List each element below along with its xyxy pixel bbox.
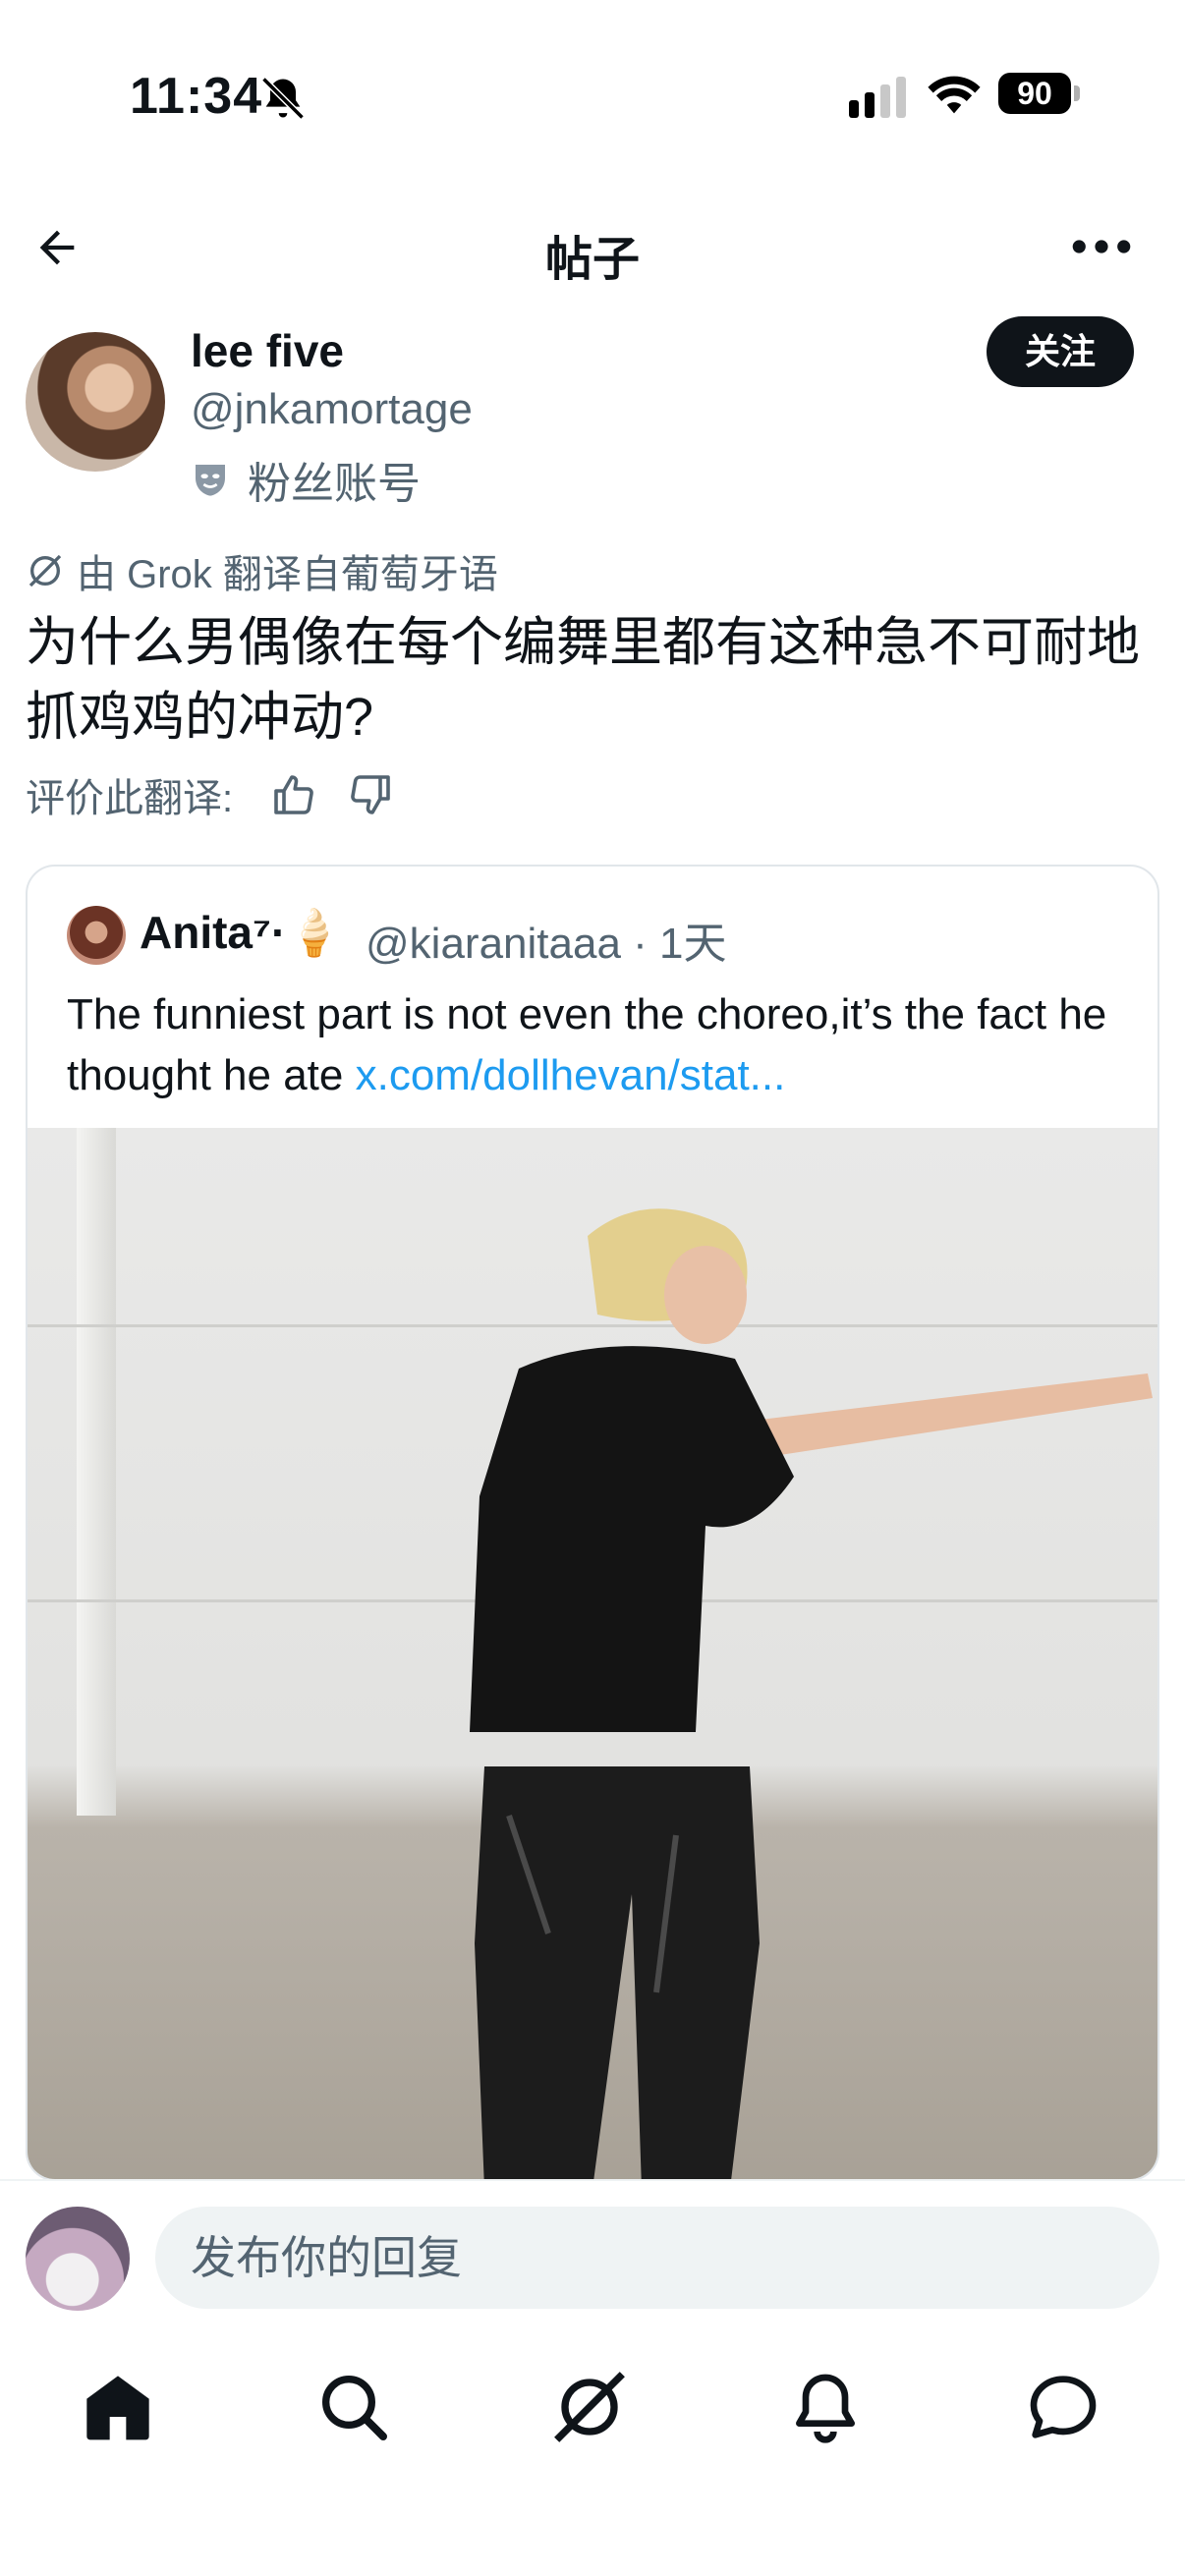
page-title: 帖子 <box>544 234 640 286</box>
quoted-author-handle: @kiaranitaaa · 1天 <box>366 920 727 968</box>
grok-icon[interactable] <box>550 2368 629 2446</box>
quoted-author-name: Anita⁷·🍦 <box>140 907 343 958</box>
author-avatar[interactable] <box>26 332 165 472</box>
wifi-icon <box>928 76 981 114</box>
dancer-figure <box>470 1208 1153 2179</box>
messages-icon[interactable] <box>1024 2368 1102 2446</box>
quoted-author-avatar <box>67 906 126 965</box>
grok-icon <box>28 554 62 588</box>
author-handle[interactable]: @jnkamortage <box>191 385 473 434</box>
status-bar: 11:34 90 <box>0 0 1185 187</box>
fan-badge-label: 粉丝账号 <box>248 460 421 508</box>
more-options-icon[interactable] <box>1071 236 1132 257</box>
top-header: 帖子 <box>0 196 1185 299</box>
battery-indicator: 90 <box>998 73 1081 114</box>
fan-account-badge: 粉丝账号 <box>191 448 421 511</box>
translation-note: 由 Grok 翻译自葡萄牙语 <box>26 542 498 599</box>
reply-bar <box>0 2179 1185 2332</box>
thumbs-up-icon[interactable] <box>270 771 317 818</box>
bottom-navigation <box>0 2332 1185 2576</box>
translation-note-text: 由 Grok 翻译自葡萄牙语 <box>77 553 498 596</box>
quoted-video[interactable] <box>28 1128 1157 2179</box>
search-icon[interactable] <box>314 2368 393 2446</box>
notifications-icon[interactable] <box>786 2368 865 2446</box>
rate-translation-label: 评价此翻译: <box>26 777 234 820</box>
home-icon[interactable] <box>79 2368 157 2446</box>
post-text: 为什么男偶像在每个编舞里都有这种急不可耐地抓鸡鸡的冲动? <box>26 613 1140 747</box>
battery-level: 90 <box>998 73 1071 114</box>
cellular-signal-icon <box>849 77 906 118</box>
follow-button[interactable]: 关注 <box>987 316 1134 387</box>
reply-input[interactable] <box>155 2207 1159 2309</box>
rate-translation-row: 评价此翻译: <box>26 766 394 823</box>
author-name[interactable]: lee five <box>191 324 344 377</box>
current-user-avatar[interactable] <box>26 2207 130 2311</box>
status-time: 11:34 <box>130 68 263 125</box>
battery-tip <box>1074 85 1080 101</box>
quoted-post-link[interactable]: x.com/dollhevan/stat... <box>356 1051 786 1099</box>
mask-icon <box>196 465 225 496</box>
quoted-post-text: The funniest part is not even the choreo… <box>67 984 1128 1106</box>
quoted-post-card[interactable]: Anita⁷·🍦 @kiaranitaaa · 1天 The funniest … <box>26 865 1159 2181</box>
thumbs-down-icon[interactable] <box>347 771 394 818</box>
bell-off-icon <box>261 77 305 120</box>
